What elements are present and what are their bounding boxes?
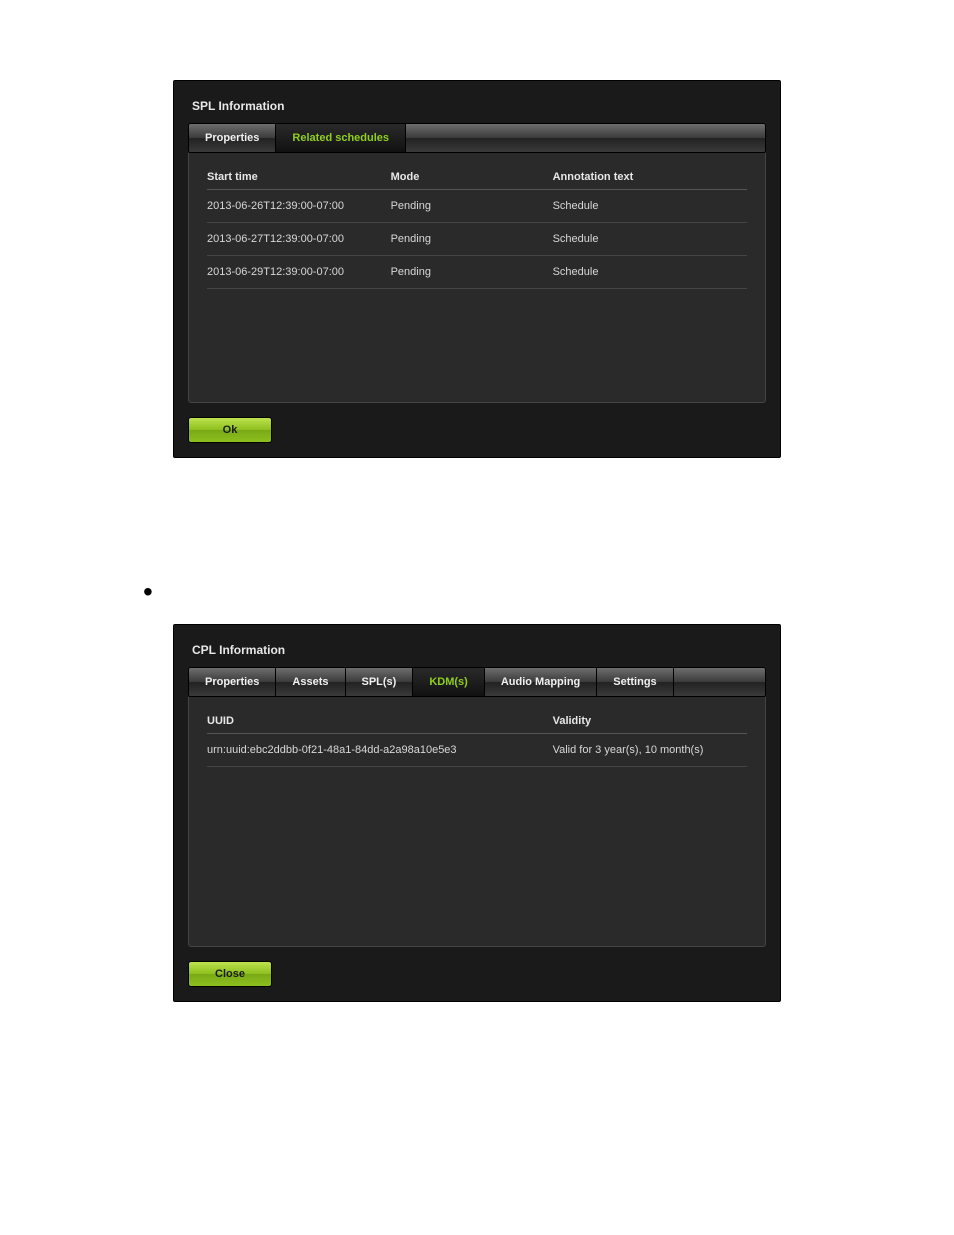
cell-annotation: Schedule <box>553 200 747 212</box>
col-annotation: Annotation text <box>553 171 747 183</box>
col-start-time: Start time <box>207 171 391 183</box>
tab-label: SPL(s) <box>362 676 397 688</box>
tab-properties[interactable]: Properties <box>189 124 276 152</box>
tab-kdms[interactable]: KDM(s) <box>413 668 485 696</box>
cell-uuid: urn:uuid:ebc2ddbb-0f21-48a1-84dd-a2a98a1… <box>207 744 553 756</box>
cell-start-time: 2013-06-26T12:39:00-07:00 <box>207 200 391 212</box>
spl-tab-content: Start time Mode Annotation text 2013-06-… <box>188 153 766 403</box>
col-uuid: UUID <box>207 715 553 727</box>
spl-panel-title: SPL Information <box>192 99 762 113</box>
tab-properties[interactable]: Properties <box>189 668 276 696</box>
spl-information-panel: SPL Information Properties Related sched… <box>173 80 781 458</box>
cell-annotation: Schedule <box>553 266 747 278</box>
tab-spls[interactable]: SPL(s) <box>346 668 414 696</box>
cell-mode: Pending <box>391 233 553 245</box>
cell-start-time: 2013-06-29T12:39:00-07:00 <box>207 266 391 278</box>
bullet-marker: • <box>143 578 751 606</box>
cpl-tab-content: UUID Validity urn:uuid:ebc2ddbb-0f21-48a… <box>188 697 766 947</box>
ok-button[interactable]: Ok <box>188 417 272 443</box>
tab-label: Properties <box>205 676 259 688</box>
tab-settings[interactable]: Settings <box>597 668 673 696</box>
tab-label: Related schedules <box>292 132 389 144</box>
col-validity: Validity <box>553 715 747 727</box>
cpl-tab-bar: Properties Assets SPL(s) KDM(s) Audio Ma… <box>188 667 766 697</box>
cell-annotation: Schedule <box>553 233 747 245</box>
cell-start-time: 2013-06-27T12:39:00-07:00 <box>207 233 391 245</box>
close-button[interactable]: Close <box>188 961 272 987</box>
tab-label: Assets <box>292 676 328 688</box>
tab-assets[interactable]: Assets <box>276 668 345 696</box>
tab-label: Settings <box>613 676 656 688</box>
tab-audio-mapping[interactable]: Audio Mapping <box>485 668 597 696</box>
spl-button-row: Ok <box>188 417 766 443</box>
tab-label: KDM(s) <box>429 676 468 688</box>
cpl-table-header: UUID Validity <box>207 709 747 734</box>
table-row[interactable]: 2013-06-29T12:39:00-07:00 Pending Schedu… <box>207 256 747 289</box>
tab-related-schedules[interactable]: Related schedules <box>276 124 406 152</box>
tab-bar-spacer <box>406 124 765 152</box>
cpl-button-row: Close <box>188 961 766 987</box>
cell-validity: Valid for 3 year(s), 10 month(s) <box>553 744 747 756</box>
table-row[interactable]: 2013-06-27T12:39:00-07:00 Pending Schedu… <box>207 223 747 256</box>
cpl-panel-title: CPL Information <box>192 643 762 657</box>
spl-table-header: Start time Mode Annotation text <box>207 165 747 190</box>
tab-bar-spacer <box>674 668 765 696</box>
tab-label: Audio Mapping <box>501 676 580 688</box>
tab-label: Properties <box>205 132 259 144</box>
cell-mode: Pending <box>391 200 553 212</box>
col-mode: Mode <box>391 171 553 183</box>
table-row[interactable]: urn:uuid:ebc2ddbb-0f21-48a1-84dd-a2a98a1… <box>207 734 747 767</box>
table-row[interactable]: 2013-06-26T12:39:00-07:00 Pending Schedu… <box>207 190 747 223</box>
spl-tab-bar: Properties Related schedules <box>188 123 766 153</box>
cell-mode: Pending <box>391 266 553 278</box>
cpl-information-panel: CPL Information Properties Assets SPL(s)… <box>173 624 781 1002</box>
